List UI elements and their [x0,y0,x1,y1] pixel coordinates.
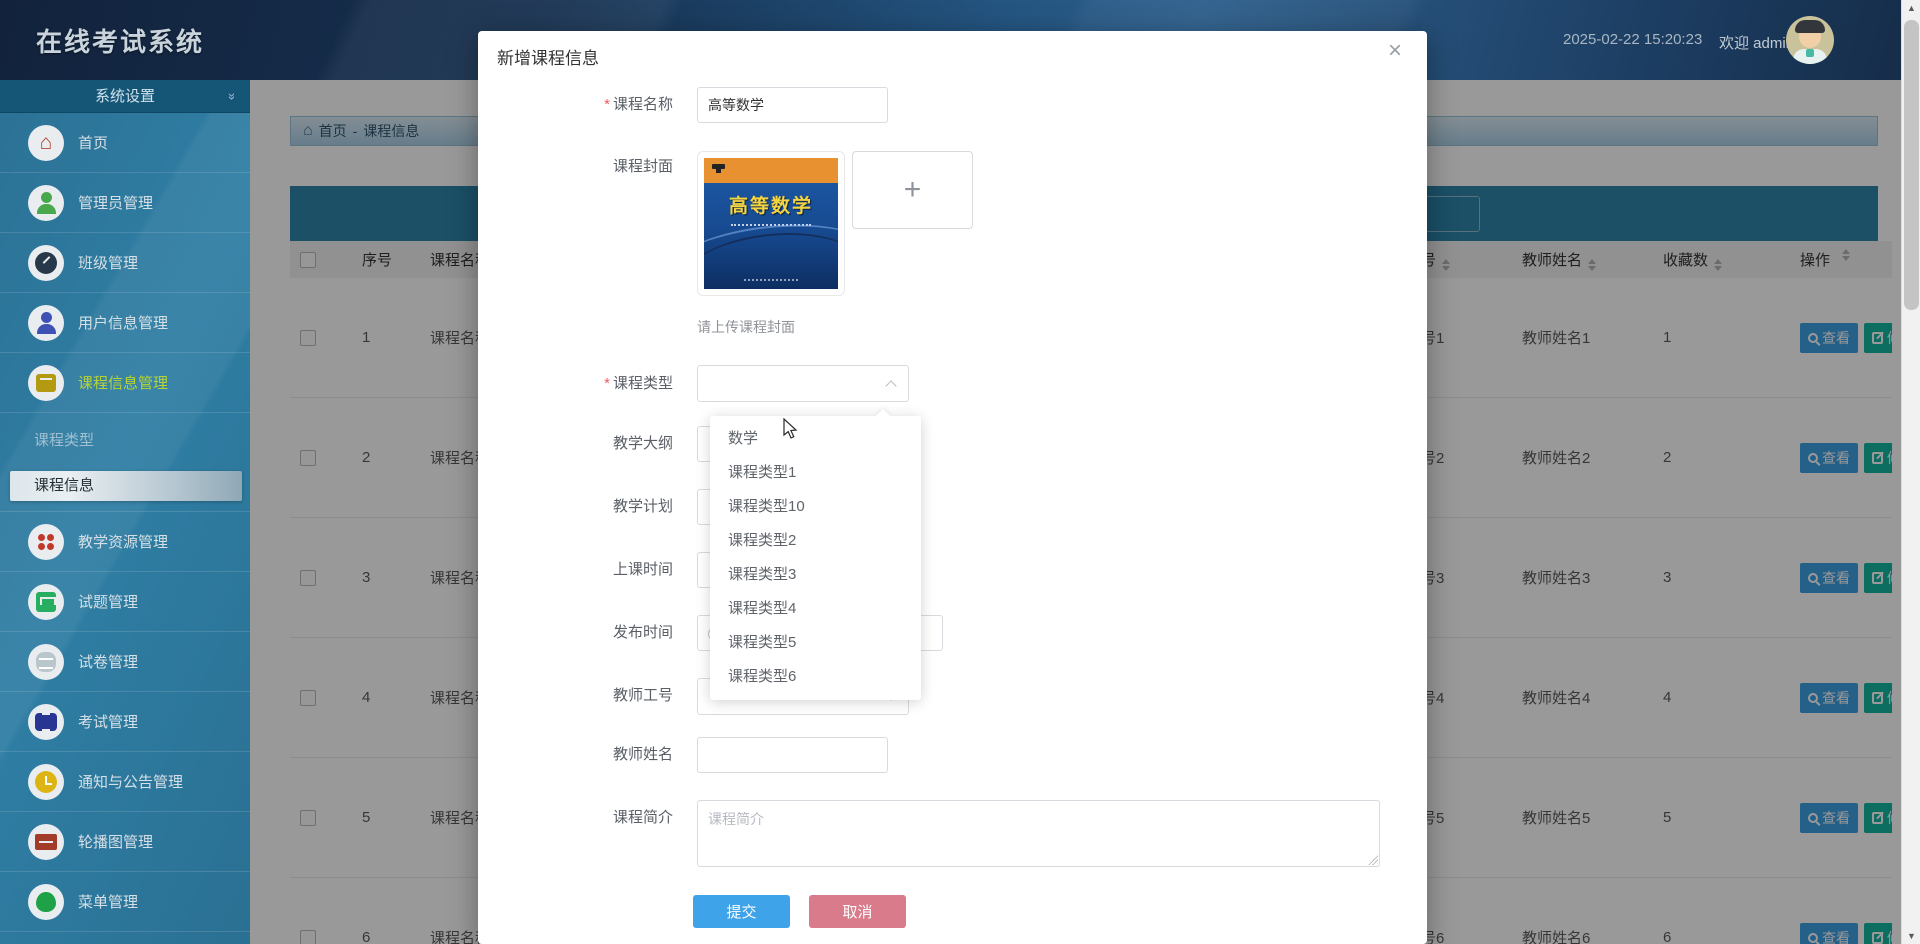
field-label-publish-time: 发布时间 [612,624,673,641]
page: 在线考试系统 2025-02-22 15:20:23 欢迎 admin 系统设置… [0,0,1920,944]
banner-icon [28,823,64,860]
submit-button[interactable]: 提交 [693,895,790,928]
course-type-dropdown: 数学 课程类型1 课程类型10 课程类型2 课程类型3 课程类型4 课程类型5 课程类型6 [710,416,921,700]
sidebar-item-exam[interactable]: 考试管理 [0,692,250,752]
field-label-syllabus: 教学大纲 [612,435,673,452]
field-label-course-type: * 课程类型 [604,375,673,392]
sidebar: 系统设置 « 首页管理员管理班级管理用户信息管理课程信息管理课程类型课程信息教学… [0,80,250,944]
modal-close-icon[interactable]: × [1388,39,1402,63]
menu-icon [28,883,64,920]
scrollbar-up-arrow[interactable]: ▲ [1902,3,1920,13]
sidebar-item-notice[interactable]: 通知与公告管理 [0,752,250,812]
sidebar-submenu: 课程类型 课程信息 [0,413,250,512]
cover-upload-button[interactable]: + [852,151,973,229]
avatar-hair [1795,20,1825,33]
app-title: 在线考试系统 [36,27,205,57]
welcome-text: 欢迎 admin [1719,35,1795,52]
sidebar-item-paper[interactable]: 试卷管理 [0,632,250,692]
admin-icon [28,184,64,221]
modal-title: 新增课程信息 [497,49,599,68]
avatar[interactable] [1786,16,1834,64]
course-icon [28,364,64,401]
sidebar-item-course[interactable]: 课程信息管理 [0,353,250,413]
graduation-cap-icon [712,164,725,173]
field-label-course-cover: 课程封面 [612,158,673,175]
notice-icon [28,763,64,800]
dropdown-option[interactable]: 课程类型10 [710,490,921,524]
sidebar-item-admin[interactable]: 管理员管理 [0,173,250,233]
page-scrollbar[interactable]: ▲ ▼ [1901,0,1920,944]
sidebar-item-question[interactable]: 试题管理 [0,572,250,632]
field-label-class-time: 上课时间 [612,561,673,578]
sidebar-menu: 首页管理员管理班级管理用户信息管理课程信息管理课程类型课程信息教学资源管理试题管… [0,113,250,932]
cancel-button[interactable]: 取消 [809,895,906,928]
dropdown-option[interactable]: 数学 [710,422,921,456]
resource-icon [28,523,64,560]
home-icon [28,124,64,161]
chevron-up-icon [885,380,897,392]
course-cover-preview[interactable]: 高等数学 [697,151,845,296]
avatar-collar [1806,49,1814,57]
user-icon [28,304,64,341]
question-icon [28,583,64,620]
sidebar-item-menu[interactable]: 菜单管理 [0,872,250,932]
sidebar-item-banner[interactable]: 轮播图管理 [0,812,250,872]
sidebar-item-class[interactable]: 班级管理 [0,233,250,293]
class-icon [28,244,64,281]
sidebar-subitem[interactable]: 课程类型 [0,413,250,468]
sidebar-item-home[interactable]: 首页 [0,113,250,173]
plus-icon: + [903,173,922,206]
course-name-input[interactable] [697,87,888,123]
book-cover-title: 高等数学 [728,196,813,217]
scrollbar-down-arrow[interactable]: ▼ [1902,931,1920,941]
course-intro-textarea[interactable] [697,800,1380,867]
field-label-teaching-plan: 教学计划 [612,498,673,515]
add-course-modal: 新增课程信息 × *课程名称 课程封面 高等数学 + 请上传课程封面 *课程类型 [478,31,1427,944]
book-cover-image: 高等数学 [704,158,838,289]
dropdown-option[interactable]: 课程类型4 [710,592,921,626]
field-label-teacher-name: 教师姓名 [612,746,673,763]
collapse-chevron-icon: « [222,92,238,101]
field-label-teacher-no: 教师工号 [612,687,673,704]
cover-upload-hint: 请上传课程封面 [697,319,795,335]
dropdown-option[interactable]: 课程类型5 [710,626,921,660]
course-intro-wrap [697,800,1380,867]
dropdown-option[interactable]: 课程类型1 [710,456,921,490]
exam-icon [28,703,64,740]
header-datetime: 2025-02-22 15:20:23 [1563,31,1703,48]
field-label-course-intro: 课程简介 [612,809,673,826]
teacher-name-input[interactable] [697,737,888,773]
dropdown-option[interactable]: 课程类型2 [710,524,921,558]
field-label-course-name: * 课程名称 [604,96,673,113]
sidebar-item-user[interactable]: 用户信息管理 [0,293,250,353]
dropdown-option[interactable]: 课程类型6 [710,660,921,694]
dropdown-option[interactable]: 课程类型3 [710,558,921,592]
sidebar-section-system-settings[interactable]: 系统设置 « [0,80,250,113]
paper-icon [28,643,64,680]
scrollbar-thumb[interactable] [1904,20,1919,310]
sidebar-item-resource[interactable]: 教学资源管理 [0,512,250,572]
course-type-select[interactable] [697,365,909,402]
sidebar-subitem[interactable]: 课程信息 [10,471,242,501]
